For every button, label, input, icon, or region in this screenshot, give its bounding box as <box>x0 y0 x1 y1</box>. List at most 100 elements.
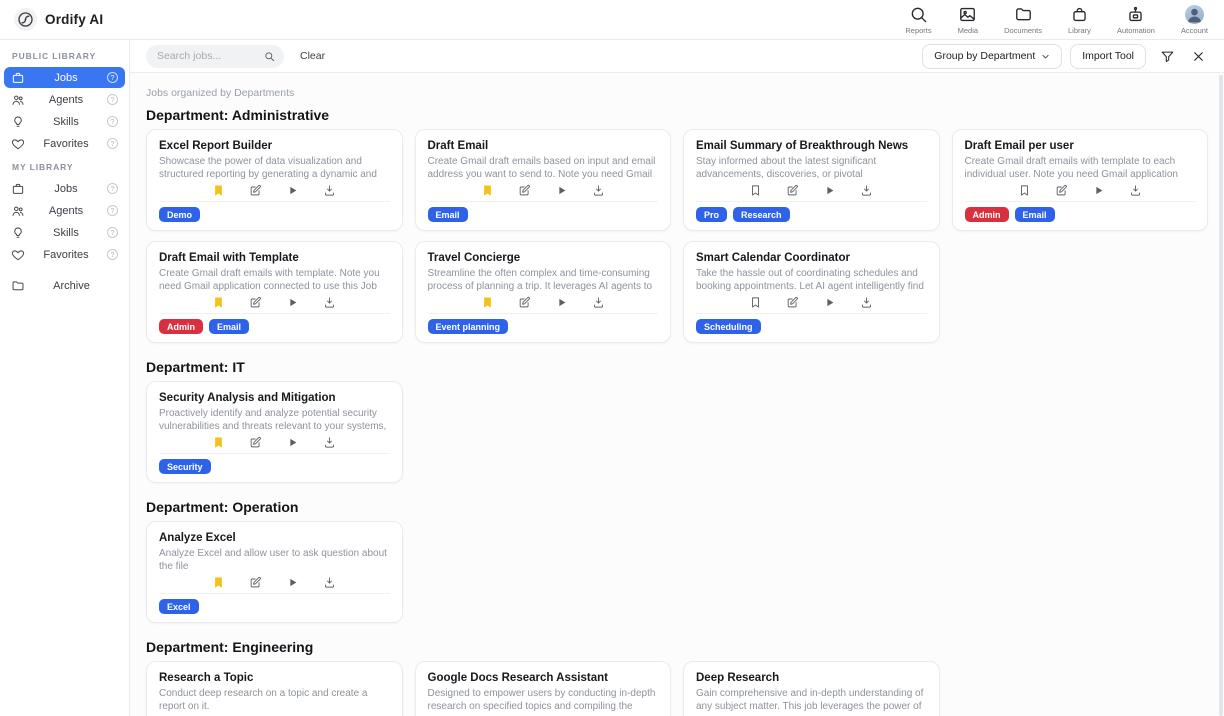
bookmark-button[interactable] <box>1018 183 1031 197</box>
sidebar-item-jobs[interactable]: Jobs? <box>4 67 125 88</box>
sidebar-item-skills[interactable]: Skills? <box>4 111 125 132</box>
run-button[interactable] <box>286 435 299 449</box>
sidebar-item-favorites[interactable]: Favorites? <box>4 244 125 265</box>
bookmark-button[interactable] <box>212 435 225 449</box>
lightbulb-icon <box>11 226 25 240</box>
edit-button[interactable] <box>786 183 799 197</box>
filter-button[interactable] <box>1160 49 1175 64</box>
nav-library[interactable]: Library <box>1068 5 1091 35</box>
run-button[interactable] <box>823 183 836 197</box>
help-icon[interactable]: ? <box>107 205 118 216</box>
nav-documents[interactable]: Documents <box>1004 5 1042 35</box>
sidebar-item-jobs[interactable]: Jobs? <box>4 178 125 199</box>
bookmark-button[interactable] <box>212 575 225 589</box>
play-icon <box>286 184 299 197</box>
run-button[interactable] <box>555 183 568 197</box>
job-card-actions <box>159 575 390 589</box>
bookmark-button[interactable] <box>481 295 494 309</box>
nav-account[interactable]: Account <box>1181 5 1208 35</box>
image-icon <box>958 5 977 24</box>
edit-button[interactable] <box>518 295 531 309</box>
sidebar-item-agents[interactable]: Agents? <box>4 200 125 221</box>
help-icon[interactable]: ? <box>107 116 118 127</box>
clear-button[interactable]: Clear <box>300 50 325 62</box>
edit-button[interactable] <box>249 575 262 589</box>
help-icon[interactable]: ? <box>107 183 118 194</box>
download-button[interactable] <box>323 575 336 589</box>
help-icon[interactable]: ? <box>107 94 118 105</box>
job-card-description: Create Gmail draft emails with template … <box>965 155 1196 181</box>
job-card-description: Stay informed about the latest significa… <box>696 155 927 181</box>
sidebar-item-label: Agents <box>25 205 107 217</box>
sidebar-item-archive[interactable]: Archive <box>4 275 125 296</box>
sidebar-item-agents[interactable]: Agents? <box>4 89 125 110</box>
bookmark-icon <box>749 296 762 309</box>
heart-icon <box>11 137 25 151</box>
job-card-tags: AdminEmail <box>159 313 390 334</box>
bookmark-button[interactable] <box>749 183 762 197</box>
sidebar-item-favorites[interactable]: Favorites? <box>4 133 125 154</box>
nav-reports[interactable]: Reports <box>905 5 931 35</box>
job-card-description: Designed to empower users by conducting … <box>428 687 659 713</box>
tag-badge: Email <box>428 207 468 222</box>
sidebar-spacer <box>0 266 129 274</box>
run-button[interactable] <box>555 295 568 309</box>
run-button[interactable] <box>286 295 299 309</box>
edit-button[interactable] <box>249 295 262 309</box>
job-card-actions <box>159 183 390 197</box>
job-card: Google Docs Research Assistant Designed t… <box>415 661 672 716</box>
download-button[interactable] <box>323 183 336 197</box>
robot-icon <box>1126 5 1145 24</box>
job-card-title: Research a Topic <box>159 671 390 685</box>
nav-media[interactable]: Media <box>958 5 978 35</box>
edit-button[interactable] <box>518 183 531 197</box>
bookmark-button[interactable] <box>212 183 225 197</box>
download-button[interactable] <box>323 435 336 449</box>
edit-button[interactable] <box>786 295 799 309</box>
search-box[interactable] <box>146 45 284 68</box>
close-button[interactable] <box>1191 49 1206 64</box>
bag-icon <box>1070 5 1089 24</box>
job-card-title: Draft Email with Template <box>159 251 390 265</box>
download-icon <box>323 184 336 197</box>
job-card-title: Draft Email <box>428 139 659 153</box>
help-icon[interactable]: ? <box>107 72 118 83</box>
scrollbar[interactable] <box>1219 75 1223 716</box>
edit-button[interactable] <box>1055 183 1068 197</box>
help-icon[interactable]: ? <box>107 249 118 260</box>
bookmark-button[interactable] <box>212 295 225 309</box>
help-icon[interactable]: ? <box>107 138 118 149</box>
download-button[interactable] <box>592 295 605 309</box>
run-button[interactable] <box>286 575 299 589</box>
edit-button[interactable] <box>249 435 262 449</box>
department-sections: Department: AdministrativeExcel Report B… <box>146 107 1208 716</box>
job-card-title: Draft Email per user <box>965 139 1196 153</box>
edit-icon <box>518 184 531 197</box>
ordify-logo-icon <box>14 8 37 31</box>
sidebar-item-skills[interactable]: Skills? <box>4 222 125 243</box>
edit-icon <box>249 576 262 589</box>
import-tool-button[interactable]: Import Tool <box>1070 44 1146 69</box>
edit-button[interactable] <box>249 183 262 197</box>
job-card-title: Google Docs Research Assistant <box>428 671 659 685</box>
top-nav: Reports Media Documents Library Automation Ac… <box>905 5 1208 35</box>
job-card-grid: Security Analysis and MitigationProactiv… <box>146 381 1208 483</box>
heart-icon <box>11 248 25 262</box>
group-by-button[interactable]: Group by Department <box>922 44 1062 69</box>
nav-automation[interactable]: Automation <box>1117 5 1155 35</box>
run-button[interactable] <box>823 295 836 309</box>
run-button[interactable] <box>286 183 299 197</box>
help-icon[interactable]: ? <box>107 227 118 238</box>
bookmark-button[interactable] <box>749 295 762 309</box>
download-button[interactable] <box>860 295 873 309</box>
download-button[interactable] <box>1129 183 1142 197</box>
bookmark-button[interactable] <box>481 183 494 197</box>
search-input[interactable] <box>157 50 264 62</box>
avatar <box>1185 5 1204 24</box>
bookmark-icon <box>212 296 225 309</box>
department-title: Department: IT <box>146 359 1208 375</box>
download-button[interactable] <box>323 295 336 309</box>
download-button[interactable] <box>592 183 605 197</box>
run-button[interactable] <box>1092 183 1105 197</box>
download-button[interactable] <box>860 183 873 197</box>
